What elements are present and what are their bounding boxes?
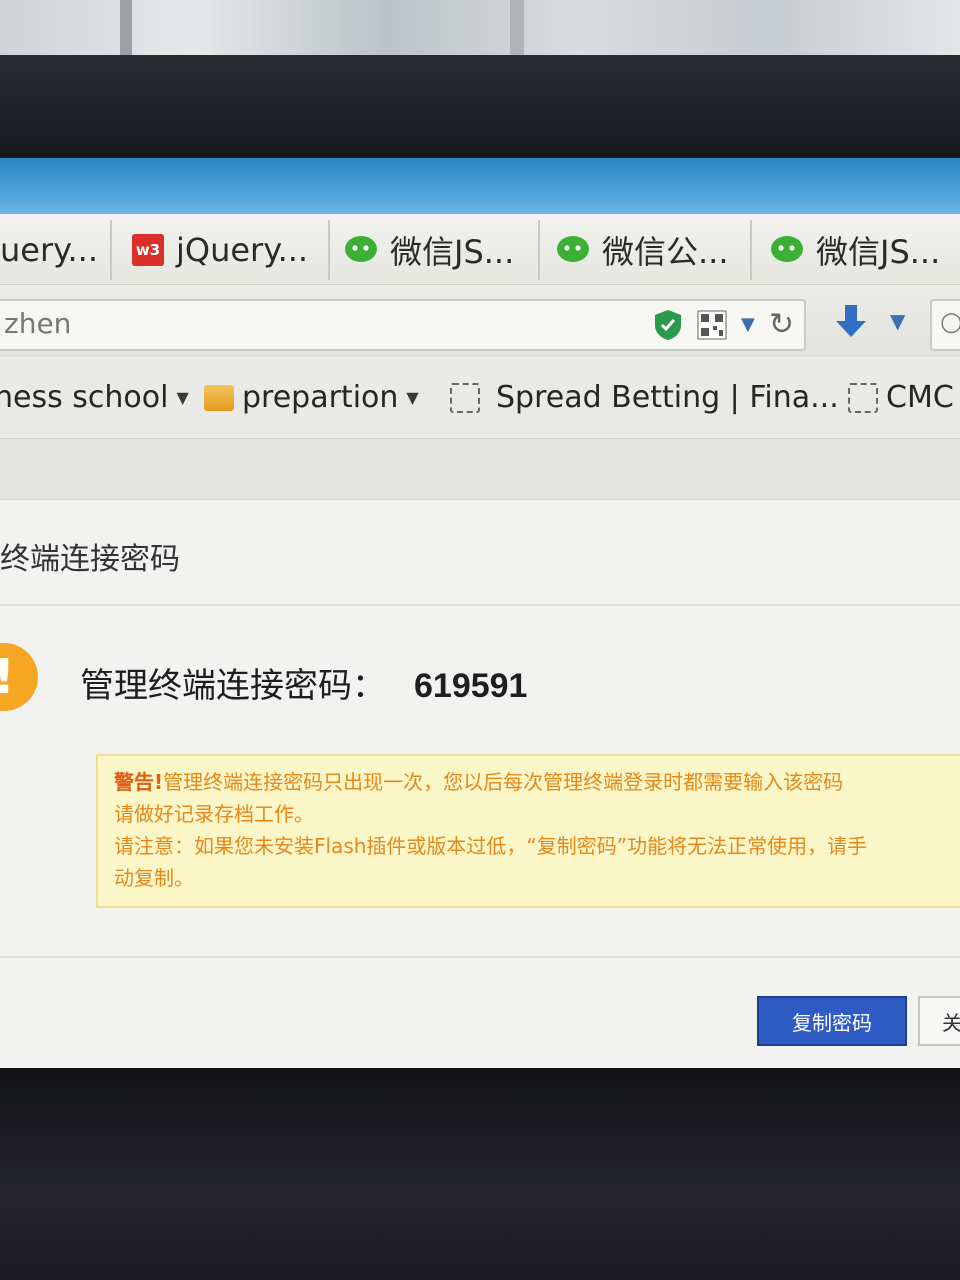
download-menu-chevron-icon[interactable]: ▼ <box>890 309 905 333</box>
tab-2[interactable]: w3 jQuery... <box>118 220 330 280</box>
bookmark-label: prepartion <box>242 380 399 415</box>
notice-warn-prefix: 警告! <box>114 770 164 794</box>
password-dialog: 终端连接密码 ! 管理终端连接密码： 619591 警告!管理终端连接密码只出现一… <box>0 499 960 1070</box>
url-text: zhen <box>4 307 72 340</box>
password-value: 619591 <box>414 667 528 705</box>
shield-icon[interactable] <box>653 308 683 342</box>
dialog-title: 终端连接密码 <box>0 542 180 577</box>
w3school-icon: w3 <box>132 234 164 266</box>
password-line: 管理终端连接密码： 619591 <box>80 658 527 707</box>
folder-icon <box>204 384 234 411</box>
download-icon[interactable] <box>832 303 870 341</box>
warning-icon: ! <box>0 643 38 711</box>
address-row: zhen ▼ ↻ ▼ ○ <box>0 285 960 357</box>
page-content: 终端连接密码 ! 管理终端连接密码： 619591 警告!管理终端连接密码只出现一… <box>0 439 960 1070</box>
divider <box>0 604 960 606</box>
reload-icon[interactable]: ↻ <box>769 307 794 342</box>
notice-line-4: 动复制。 <box>114 866 194 890</box>
monitor-bezel-bottom <box>0 1068 960 1280</box>
chevron-down-icon[interactable]: ▼ <box>741 314 755 335</box>
bookmark-cmc[interactable]: CMC <box>848 380 954 415</box>
bookmarks-bar: ness school ▼ prepartion ▼ Spread Bettin… <box>0 358 960 439</box>
tab-5[interactable]: 微信JS... <box>756 220 960 280</box>
copy-password-button[interactable]: 复制密码 <box>757 996 907 1046</box>
qr-code-icon[interactable] <box>697 310 727 340</box>
tab-label: 微信公... <box>602 233 729 271</box>
bookmark-label: Spread Betting | Fina... <box>496 380 839 415</box>
wechat-icon <box>770 235 804 265</box>
tab-4[interactable]: 微信公... <box>542 220 752 280</box>
tab-label: uery... <box>0 231 99 269</box>
page-icon <box>848 382 878 413</box>
chevron-down-icon: ▼ <box>406 388 419 407</box>
notice-line-3: 请注意：如果您未安装Flash插件或版本过低，“复制密码”功能将无法正常使用，请… <box>114 834 868 858</box>
chevron-down-icon: ▼ <box>176 388 189 407</box>
bookmark-folder-ness-school[interactable]: ness school ▼ <box>0 380 189 415</box>
bookmark-label: ness school <box>0 380 169 415</box>
tab-label: 微信JS... <box>390 233 515 271</box>
notice-line-1: 警告!管理终端连接密码只出现一次，您以后每次管理终端登录时都需要输入该密码 <box>114 766 843 798</box>
notice-line-2: 请做好记录存档工作。 <box>114 802 314 826</box>
tab-bar: uery... w3 jQuery... 微信JS... 微信公... 微信JS… <box>0 214 960 285</box>
divider <box>0 956 960 958</box>
bookmark-spread-betting[interactable]: Spread Betting | Fina... <box>450 380 839 415</box>
search-input[interactable]: ○ <box>930 299 960 351</box>
tab-1[interactable]: uery... <box>0 220 112 280</box>
monitor-bezel-top <box>0 55 960 165</box>
wechat-icon <box>556 235 590 265</box>
wechat-icon <box>344 235 378 265</box>
tab-label: jQuery... <box>176 231 309 269</box>
close-button[interactable]: 关 <box>918 996 960 1046</box>
notice-text: 管理终端连接密码只出现一次，您以后每次管理终端登录时都需要输入该密码 <box>163 770 844 794</box>
bookmark-folder-prepartion[interactable]: prepartion ▼ <box>204 380 419 415</box>
page-icon <box>450 382 480 413</box>
password-label: 管理终端连接密码： <box>80 666 386 706</box>
screen: uery... w3 jQuery... 微信JS... 微信公... 微信JS… <box>0 158 960 1070</box>
warning-notice: 警告!管理终端连接密码只出现一次，您以后每次管理终端登录时都需要输入该密码 请做… <box>96 754 960 908</box>
bookmark-label: CMC <box>886 380 954 415</box>
browser-titlebar <box>0 158 960 214</box>
tab-3[interactable]: 微信JS... <box>330 220 540 280</box>
search-icon: ○ <box>940 307 960 337</box>
tab-label: 微信JS... <box>816 233 941 271</box>
url-input[interactable]: zhen ▼ ↻ <box>0 299 806 351</box>
